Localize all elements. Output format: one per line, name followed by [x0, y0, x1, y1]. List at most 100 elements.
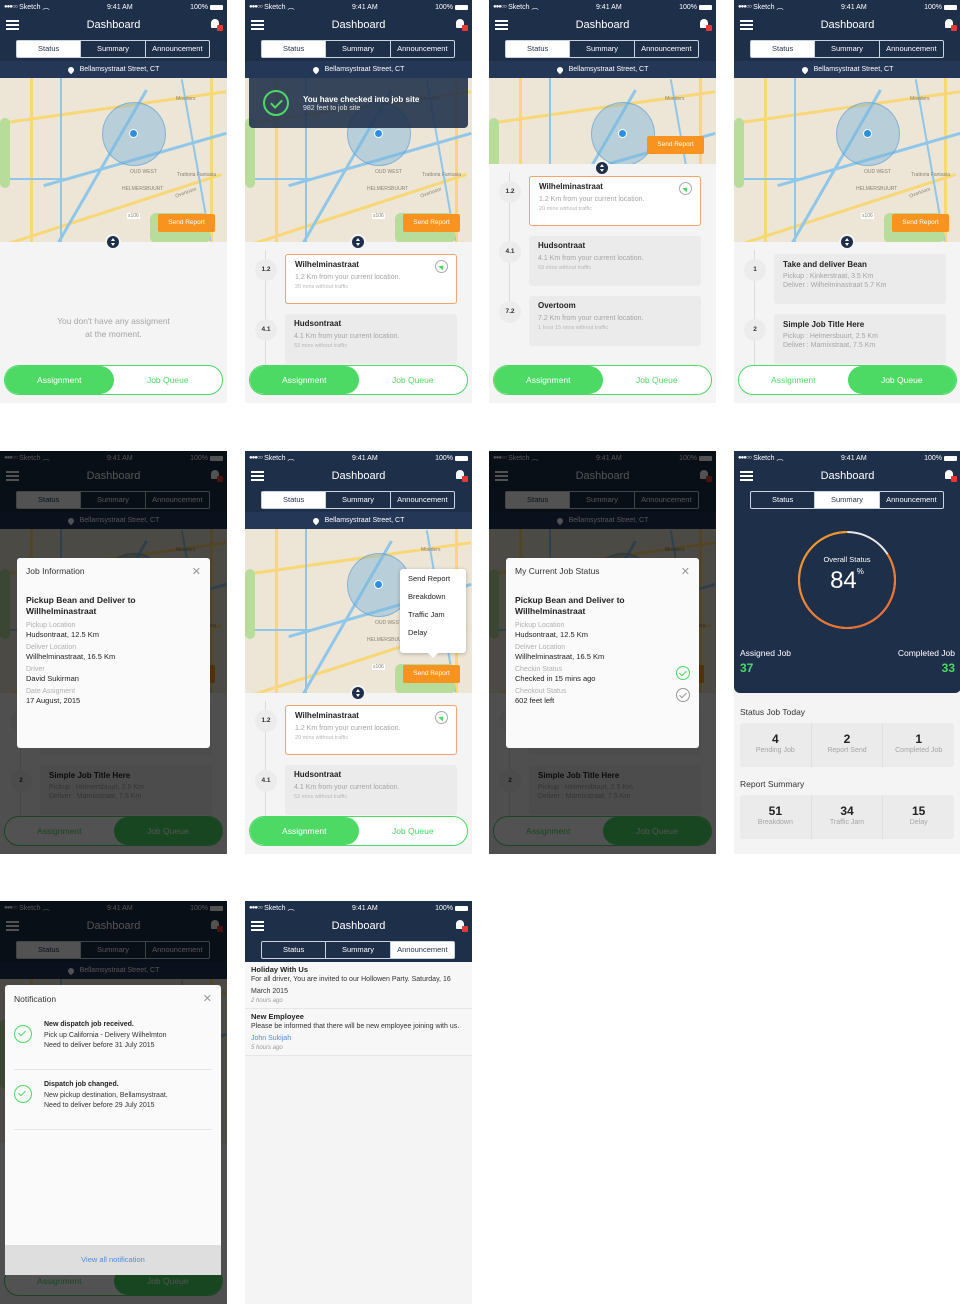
- empty-assignment-message: You don't have any assigment at the momen…: [57, 316, 170, 339]
- assignment-list-item[interactable]: 1.2 Wilhelminastraat 1.2 Km from your cu…: [489, 172, 716, 232]
- expand-collapse-handle[interactable]: [839, 234, 855, 250]
- assignment-list-item[interactable]: 4.1 Hudsontraat 4.1 Km from your current…: [245, 310, 472, 370]
- job-card[interactable]: Take and deliver Bean Pickup : Kinkerstr…: [774, 254, 946, 304]
- job-queue-toggle-button[interactable]: Job Queue: [359, 366, 468, 394]
- menu-icon[interactable]: [6, 20, 19, 30]
- assignment-card[interactable]: Wilhelminastraat 1.2 Km from your curren…: [285, 254, 457, 304]
- job-queue-toggle-button[interactable]: Job Queue: [603, 366, 712, 394]
- tab-summary[interactable]: Summary: [326, 942, 391, 958]
- expand-collapse-handle[interactable]: [350, 234, 366, 250]
- job-queue-toggle-button[interactable]: Job Queue: [114, 366, 223, 394]
- send-report-button[interactable]: Send Report: [892, 214, 949, 232]
- tab-status[interactable]: Status: [17, 41, 82, 57]
- notification-bell-icon[interactable]: [454, 918, 468, 932]
- assignment-card[interactable]: Hudsontraat 4.1 Km from your current loc…: [285, 765, 457, 815]
- assignment-card[interactable]: Hudsontraat 4.1 Km from your current loc…: [285, 314, 457, 364]
- close-icon[interactable]: ✕: [192, 565, 201, 578]
- send-report-button[interactable]: Send Report: [647, 136, 704, 154]
- checkout-pending-icon[interactable]: [676, 688, 690, 702]
- report-option-traffic-jam[interactable]: Traffic Jam: [408, 610, 458, 619]
- tab-status[interactable]: Status: [751, 41, 816, 57]
- tab-announcement[interactable]: Announcement: [391, 492, 454, 508]
- tab-announcement[interactable]: Announcement: [880, 41, 943, 57]
- menu-icon[interactable]: [495, 20, 508, 30]
- tab-summary[interactable]: Summary: [326, 41, 391, 57]
- announcement-item[interactable]: Holiday With Us For all driver, You are …: [245, 962, 472, 1009]
- tab-summary[interactable]: Summary: [81, 41, 146, 57]
- assignment-toggle-button[interactable]: Assignment: [250, 366, 359, 394]
- tab-status[interactable]: Status: [262, 942, 327, 958]
- tab-summary[interactable]: Summary: [815, 492, 880, 508]
- send-report-button[interactable]: Send Report: [158, 214, 215, 232]
- assignment-toggle-button[interactable]: Assignment: [250, 817, 359, 845]
- assignment-card[interactable]: Overtoom 7.2 Km from your current locati…: [529, 296, 701, 346]
- tab-summary[interactable]: Summary: [326, 492, 391, 508]
- notification-bell-icon[interactable]: [698, 17, 712, 31]
- notification-item[interactable]: New dispatch job received. Pick up Califo…: [14, 1015, 212, 1070]
- assignment-list-item[interactable]: 4.1 Hudsontraat 4.1 Km from your current…: [489, 232, 716, 292]
- notification-bell-icon[interactable]: [943, 468, 957, 482]
- report-option-delay[interactable]: Delay: [408, 628, 458, 637]
- menu-icon[interactable]: [740, 20, 753, 30]
- notification-badge: [951, 476, 957, 482]
- distance-badge: 1.2: [255, 710, 277, 732]
- job-queue-list-item[interactable]: 1 Take and deliver Bean Pickup : Kinkers…: [734, 250, 960, 310]
- notification-bell-icon[interactable]: [454, 17, 468, 31]
- tab-announcement[interactable]: Announcement: [880, 492, 943, 508]
- expand-collapse-handle[interactable]: [105, 234, 121, 250]
- assignment-card[interactable]: Wilhelminastraat 1.2 Km from your curren…: [285, 705, 457, 755]
- map-view[interactable]: Moeders OUD WEST HELMERSBUURT Trattoria …: [0, 78, 227, 242]
- close-icon[interactable]: ✕: [681, 565, 690, 578]
- tab-summary[interactable]: Summary: [570, 41, 635, 57]
- navigate-icon[interactable]: [679, 182, 692, 195]
- street-name: Hudsontraat: [294, 319, 342, 328]
- send-report-button[interactable]: Send Report: [403, 214, 460, 232]
- tab-status[interactable]: Status: [262, 41, 327, 57]
- tab-announcement[interactable]: Announcement: [390, 942, 454, 958]
- menu-icon[interactable]: [251, 471, 264, 481]
- navigate-icon[interactable]: [435, 260, 448, 273]
- job-queue-list-item[interactable]: 2 Simple Job Title Here Pickup : Helmers…: [734, 310, 960, 370]
- mentioned-user-link[interactable]: John Sukijah: [251, 1035, 291, 1042]
- announcement-item[interactable]: New Employee Please be informed that the…: [245, 1009, 472, 1056]
- menu-icon[interactable]: [740, 471, 753, 481]
- assignment-card[interactable]: Hudsontraat 4.1 Km from your current loc…: [529, 236, 701, 286]
- tab-summary[interactable]: Summary: [815, 41, 880, 57]
- notification-bell-icon[interactable]: [209, 17, 223, 31]
- job-queue-toggle-button[interactable]: Job Queue: [359, 817, 468, 845]
- report-option-breakdown[interactable]: Breakdown: [408, 592, 458, 601]
- assignment-toggle-button[interactable]: Assignment: [739, 366, 848, 394]
- job-queue-toggle-button[interactable]: Job Queue: [847, 366, 956, 394]
- notification-bell-icon[interactable]: [943, 17, 957, 31]
- notification-item[interactable]: Dispatch job changed. New pickup destinat…: [14, 1075, 212, 1130]
- assignment-list-item[interactable]: 7.2 Overtoom 7.2 Km from your current lo…: [489, 292, 716, 352]
- expand-collapse-handle[interactable]: [594, 160, 610, 176]
- tab-announcement[interactable]: Announcement: [391, 41, 454, 57]
- job-card[interactable]: Simple Job Title Here Pickup : Helmersbu…: [774, 314, 946, 364]
- location-bar: Bellamsystraat Street, CT: [0, 61, 227, 78]
- menu-icon[interactable]: [251, 20, 264, 30]
- close-icon[interactable]: ✕: [203, 992, 212, 1005]
- assignment-toggle-button[interactable]: Assignment: [494, 366, 603, 394]
- assignment-card[interactable]: Wilhelminastraat 1.2 Km from your curren…: [529, 176, 701, 226]
- map-view[interactable]: Moeders OUD WEST HELMERSBUURT Trattoria …: [734, 78, 960, 242]
- tab-announcement[interactable]: Announcement: [146, 41, 209, 57]
- checkin-status-value: Checked in 15 mins ago: [515, 674, 596, 683]
- tab-status[interactable]: Status: [506, 41, 571, 57]
- assignment-toggle-button[interactable]: Assignment: [5, 366, 114, 394]
- assignment-list-item[interactable]: 4.1 Hudsontraat 4.1 Km from your current…: [245, 761, 472, 821]
- view-all-notifications-link[interactable]: View all notification: [5, 1245, 221, 1275]
- assignment-list-item[interactable]: 1.2 Wilhelminastraat 1.2 Km from your cu…: [245, 701, 472, 761]
- tab-status[interactable]: Status: [262, 492, 327, 508]
- expand-collapse-handle[interactable]: [350, 685, 366, 701]
- tab-announcement[interactable]: Announcement: [635, 41, 698, 57]
- menu-icon[interactable]: [251, 921, 264, 931]
- navigate-icon[interactable]: [435, 711, 448, 724]
- tab-status[interactable]: Status: [751, 492, 816, 508]
- distance-badge: 4.1: [499, 241, 521, 263]
- map-view[interactable]: Moeders OUD WEST HELMERSBUURT Trattoria …: [489, 78, 716, 164]
- notification-bell-icon[interactable]: [454, 468, 468, 482]
- send-report-button[interactable]: Send Report: [403, 665, 460, 683]
- location-bar: Bellamsystraat Street, CT: [489, 61, 716, 78]
- assignment-list-item[interactable]: 1.2 Wilhelminastraat 1.2 Km from your cu…: [245, 250, 472, 310]
